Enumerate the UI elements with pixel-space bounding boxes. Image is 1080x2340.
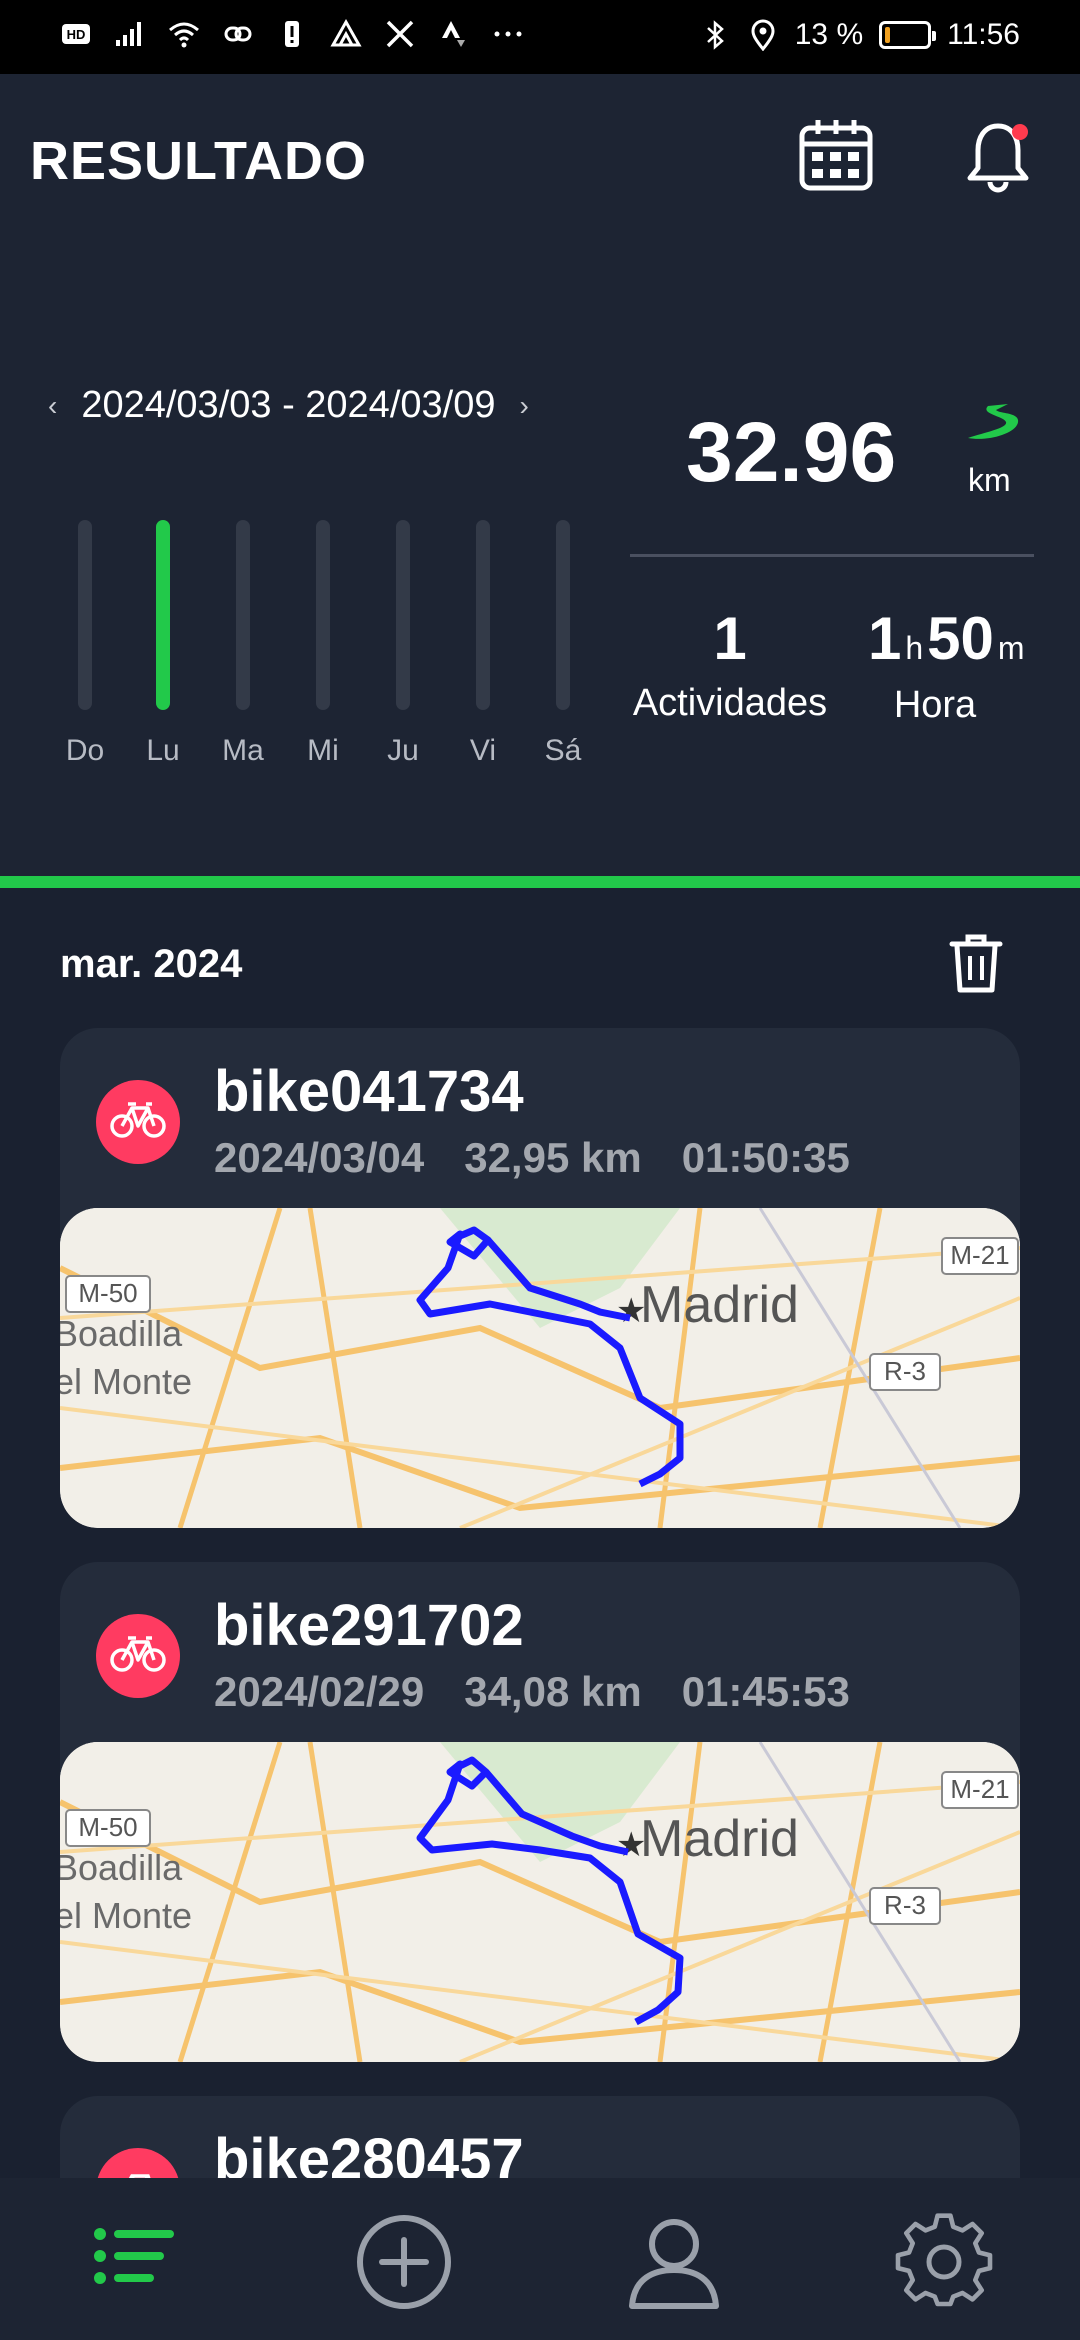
map-label: M-50	[78, 1812, 137, 1842]
svg-text:HD: HD	[67, 27, 86, 42]
profile-icon[interactable]	[624, 2212, 724, 2312]
activity-date: 2024/02/29	[214, 1668, 425, 1715]
status-bar: HD 13 % 11:56	[0, 0, 1080, 74]
status-left-icons: HD	[60, 18, 524, 50]
bike-activity-icon	[96, 1614, 180, 1698]
activity-duration: 01:45:53	[681, 1668, 850, 1715]
battery-fill	[885, 27, 891, 43]
status-time: 11:56	[947, 18, 1020, 51]
location-icon	[751, 19, 775, 51]
week-selector: ‹ 2024/03/03 - 2024/03/09 ›	[48, 384, 529, 427]
drive-icon	[330, 18, 362, 47]
day-label: Lu	[146, 734, 180, 767]
more-dots-icon	[494, 31, 522, 37]
next-week-button[interactable]: ›	[519, 390, 528, 422]
time-minutes: 50	[927, 605, 994, 672]
activity-distance: 32,95 km	[464, 1134, 642, 1181]
activities-label: Actividades	[632, 682, 828, 724]
map-label: M-50	[78, 1278, 137, 1308]
weekly-bars: Do Lu Ma Mi Ju Vi Sá	[60, 520, 581, 790]
map-label: el Monte	[60, 1895, 192, 1936]
map-star-icon: ★	[616, 1291, 646, 1331]
time-label: Hora	[893, 684, 977, 726]
x-logo-icon	[386, 20, 414, 48]
week-range-label: 2024/03/03 - 2024/03/09	[81, 384, 496, 426]
map-label: R-3	[884, 1890, 926, 1920]
battery-percent: 13 %	[794, 18, 864, 51]
map-label: M-21	[950, 1240, 1009, 1270]
activity-distance: 34,08 km	[464, 1668, 642, 1715]
strava-icon	[442, 21, 465, 47]
activity-meta: 2024/02/29 34,08 km 01:45:53	[214, 1668, 850, 1716]
list-icon[interactable]	[84, 2212, 184, 2312]
calendar-icon[interactable]	[796, 116, 876, 196]
map-star-icon: ★	[616, 1825, 646, 1865]
time-minutes-unit: m	[997, 630, 1025, 666]
activities-count: 1	[713, 605, 747, 672]
notification-badge	[1012, 124, 1028, 140]
day-label: Ju	[387, 734, 419, 767]
day-bar-track	[78, 520, 92, 710]
day-bar-track	[556, 520, 570, 710]
stats-divider	[630, 554, 1034, 557]
day-bar-track	[316, 520, 330, 710]
alert-icon	[285, 21, 299, 47]
activity-date: 2024/03/04	[214, 1134, 425, 1181]
route-map[interactable]: M-50 M-21 R-3 Boadilla el Monte Madrid ★	[60, 1742, 1020, 2062]
time-hours: 1	[868, 605, 902, 672]
day-bar-track	[236, 520, 250, 710]
day-label: Sá	[544, 734, 582, 767]
link-icon	[224, 26, 252, 42]
activity-card[interactable]: bike041734 2024/03/04 32,95 km 01:50:35 …	[60, 1028, 1020, 1528]
hd-icon: HD	[62, 24, 90, 44]
day-label: Vi	[469, 734, 497, 767]
day-bar-track	[396, 520, 410, 710]
day-label: Do	[65, 734, 105, 767]
trash-icon[interactable]	[946, 932, 1006, 996]
day-bar-track-active	[156, 520, 170, 710]
map-label: Boadilla	[60, 1313, 183, 1354]
map-label: Madrid	[640, 1276, 799, 1334]
prev-week-button[interactable]: ‹	[48, 390, 57, 422]
total-time: 1 h 50 m	[868, 604, 1029, 673]
map-label: Boadilla	[60, 1847, 183, 1888]
day-label: Ma	[222, 734, 264, 767]
total-distance: 32.96	[686, 405, 897, 499]
activity-name: bike041734	[214, 1059, 524, 1124]
summary-section: RESULTADO ‹ 2024/03/03 - 2024/03/09 › Do…	[0, 74, 1080, 876]
activity-name: bike291702	[214, 1593, 524, 1658]
map-label: Madrid	[640, 1810, 799, 1868]
map-label: M-21	[950, 1774, 1009, 1804]
signal-icon	[116, 22, 141, 46]
page-title: RESULTADO	[30, 131, 367, 191]
day-label: Mi	[307, 734, 339, 767]
map-label: el Monte	[60, 1361, 192, 1402]
bell-icon[interactable]	[958, 116, 1038, 196]
bike-activity-icon	[96, 1080, 180, 1164]
route-map[interactable]: M-50 M-21 R-3 Boadilla el Monte Madrid ★	[60, 1208, 1020, 1528]
activity-duration: 01:50:35	[681, 1134, 850, 1181]
section-divider	[0, 876, 1080, 888]
battery-icon	[879, 21, 937, 49]
time-hours-unit: h	[905, 630, 924, 666]
bluetooth-icon	[706, 20, 724, 50]
distance-unit: km	[968, 462, 1011, 498]
wifi-icon	[169, 22, 199, 48]
settings-icon[interactable]	[894, 2212, 994, 2312]
activity-card[interactable]: bike291702 2024/02/29 34,08 km 01:45:53 …	[60, 1562, 1020, 2062]
activity-meta: 2024/03/04 32,95 km 01:50:35	[214, 1134, 850, 1182]
month-header: mar. 2024	[60, 942, 243, 986]
status-right-icons: 13 % 11:56	[699, 18, 1020, 52]
map-label: R-3	[884, 1356, 926, 1386]
add-circle-icon[interactable]	[354, 2212, 454, 2312]
activity-history: mar. 2024 bike041734 2024/03/04 32,95 km…	[0, 888, 1080, 2296]
cycling-speed-icon	[968, 404, 1019, 439]
bottom-navigation	[0, 2178, 1080, 2340]
day-bar-track	[476, 520, 490, 710]
